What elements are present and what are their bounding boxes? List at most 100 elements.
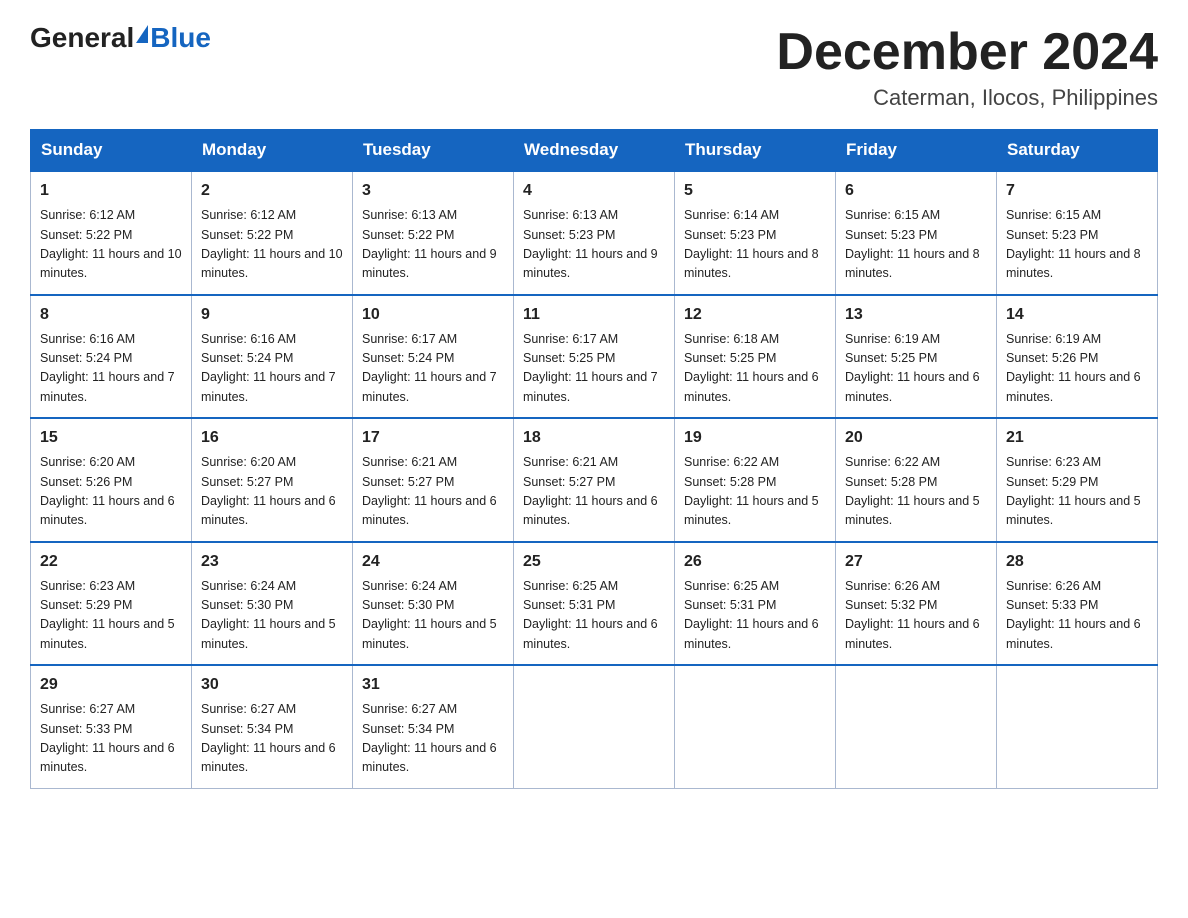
calendar-day-cell: 24 Sunrise: 6:24 AMSunset: 5:30 PMDayligh… bbox=[353, 542, 514, 666]
calendar-day-cell: 18 Sunrise: 6:21 AMSunset: 5:27 PMDayligh… bbox=[514, 418, 675, 542]
day-info: Sunrise: 6:20 AMSunset: 5:27 PMDaylight:… bbox=[201, 453, 343, 531]
day-info: Sunrise: 6:16 AMSunset: 5:24 PMDaylight:… bbox=[201, 330, 343, 408]
day-info: Sunrise: 6:23 AMSunset: 5:29 PMDaylight:… bbox=[40, 577, 182, 655]
day-info: Sunrise: 6:17 AMSunset: 5:25 PMDaylight:… bbox=[523, 330, 665, 408]
day-info: Sunrise: 6:25 AMSunset: 5:31 PMDaylight:… bbox=[684, 577, 826, 655]
calendar-day-cell: 5Sunrise: 6:14 AMSunset: 5:23 PMDaylight… bbox=[675, 171, 836, 295]
day-number: 23 bbox=[201, 550, 343, 574]
day-number: 8 bbox=[40, 303, 182, 327]
day-info: Sunrise: 6:26 AMSunset: 5:32 PMDaylight:… bbox=[845, 577, 987, 655]
day-number: 25 bbox=[523, 550, 665, 574]
day-info: Sunrise: 6:16 AMSunset: 5:24 PMDaylight:… bbox=[40, 330, 182, 408]
calendar-day-cell: 1 Sunrise: 6:12 AMSunset: 5:22 PMDaylight… bbox=[31, 171, 192, 295]
day-number: 6 bbox=[845, 179, 987, 203]
calendar-week-row: 15 Sunrise: 6:20 AMSunset: 5:26 PMDayligh… bbox=[31, 418, 1158, 542]
calendar-day-cell: 26Sunrise: 6:25 AMSunset: 5:31 PMDayligh… bbox=[675, 542, 836, 666]
day-number: 17 bbox=[362, 426, 504, 450]
day-info: Sunrise: 6:21 AMSunset: 5:27 PMDaylight:… bbox=[523, 453, 665, 531]
day-number: 2 bbox=[201, 179, 343, 203]
calendar-day-cell: 25Sunrise: 6:25 AMSunset: 5:31 PMDayligh… bbox=[514, 542, 675, 666]
logo: General Blue bbox=[30, 24, 211, 52]
calendar-day-cell bbox=[675, 665, 836, 788]
calendar-header-friday: Friday bbox=[836, 130, 997, 172]
day-info: Sunrise: 6:15 AMSunset: 5:23 PMDaylight:… bbox=[1006, 206, 1148, 284]
day-number: 13 bbox=[845, 303, 987, 327]
day-info: Sunrise: 6:27 AMSunset: 5:34 PMDaylight:… bbox=[362, 700, 504, 778]
day-info: Sunrise: 6:27 AMSunset: 5:34 PMDaylight:… bbox=[201, 700, 343, 778]
calendar-day-cell: 3 Sunrise: 6:13 AMSunset: 5:22 PMDaylight… bbox=[353, 171, 514, 295]
calendar-day-cell: 9 Sunrise: 6:16 AMSunset: 5:24 PMDaylight… bbox=[192, 295, 353, 419]
day-number: 12 bbox=[684, 303, 826, 327]
day-number: 14 bbox=[1006, 303, 1148, 327]
logo-general-text: General bbox=[30, 24, 134, 52]
day-info: Sunrise: 6:13 AMSunset: 5:22 PMDaylight:… bbox=[362, 206, 504, 284]
day-number: 1 bbox=[40, 179, 182, 203]
day-info: Sunrise: 6:15 AMSunset: 5:23 PMDaylight:… bbox=[845, 206, 987, 284]
calendar-day-cell: 2Sunrise: 6:12 AMSunset: 5:22 PMDaylight… bbox=[192, 171, 353, 295]
day-info: Sunrise: 6:24 AMSunset: 5:30 PMDaylight:… bbox=[201, 577, 343, 655]
calendar-day-cell: 12Sunrise: 6:18 AMSunset: 5:25 PMDayligh… bbox=[675, 295, 836, 419]
calendar-header-wednesday: Wednesday bbox=[514, 130, 675, 172]
calendar-week-row: 29Sunrise: 6:27 AMSunset: 5:33 PMDayligh… bbox=[31, 665, 1158, 788]
calendar-day-cell: 28Sunrise: 6:26 AMSunset: 5:33 PMDayligh… bbox=[997, 542, 1158, 666]
calendar-header-saturday: Saturday bbox=[997, 130, 1158, 172]
day-number: 7 bbox=[1006, 179, 1148, 203]
day-number: 20 bbox=[845, 426, 987, 450]
calendar-header-tuesday: Tuesday bbox=[353, 130, 514, 172]
calendar-day-cell: 21 Sunrise: 6:23 AMSunset: 5:29 PMDayligh… bbox=[997, 418, 1158, 542]
day-info: Sunrise: 6:12 AMSunset: 5:22 PMDaylight:… bbox=[40, 206, 182, 284]
day-number: 28 bbox=[1006, 550, 1148, 574]
calendar-header-row: SundayMondayTuesdayWednesdayThursdayFrid… bbox=[31, 130, 1158, 172]
calendar-day-cell: 16Sunrise: 6:20 AMSunset: 5:27 PMDayligh… bbox=[192, 418, 353, 542]
calendar-day-cell: 7 Sunrise: 6:15 AMSunset: 5:23 PMDaylight… bbox=[997, 171, 1158, 295]
month-year-title: December 2024 bbox=[776, 24, 1158, 81]
day-number: 19 bbox=[684, 426, 826, 450]
day-number: 18 bbox=[523, 426, 665, 450]
day-number: 5 bbox=[684, 179, 826, 203]
day-number: 21 bbox=[1006, 426, 1148, 450]
calendar-day-cell bbox=[997, 665, 1158, 788]
calendar-day-cell: 13 Sunrise: 6:19 AMSunset: 5:25 PMDayligh… bbox=[836, 295, 997, 419]
calendar-week-row: 8 Sunrise: 6:16 AMSunset: 5:24 PMDaylight… bbox=[31, 295, 1158, 419]
calendar-week-row: 22 Sunrise: 6:23 AMSunset: 5:29 PMDayligh… bbox=[31, 542, 1158, 666]
calendar-week-row: 1 Sunrise: 6:12 AMSunset: 5:22 PMDaylight… bbox=[31, 171, 1158, 295]
calendar-day-cell: 23 Sunrise: 6:24 AMSunset: 5:30 PMDayligh… bbox=[192, 542, 353, 666]
location-subtitle: Caterman, Ilocos, Philippines bbox=[776, 85, 1158, 111]
day-info: Sunrise: 6:23 AMSunset: 5:29 PMDaylight:… bbox=[1006, 453, 1148, 531]
calendar-day-cell: 22 Sunrise: 6:23 AMSunset: 5:29 PMDayligh… bbox=[31, 542, 192, 666]
page-header: General Blue December 2024 Caterman, Ilo… bbox=[30, 24, 1158, 111]
day-info: Sunrise: 6:20 AMSunset: 5:26 PMDaylight:… bbox=[40, 453, 182, 531]
day-number: 15 bbox=[40, 426, 182, 450]
day-number: 9 bbox=[201, 303, 343, 327]
day-number: 3 bbox=[362, 179, 504, 203]
calendar-day-cell bbox=[514, 665, 675, 788]
calendar-day-cell: 14Sunrise: 6:19 AMSunset: 5:26 PMDayligh… bbox=[997, 295, 1158, 419]
logo-blue-text: Blue bbox=[150, 24, 211, 52]
calendar-table: SundayMondayTuesdayWednesdayThursdayFrid… bbox=[30, 129, 1158, 789]
calendar-header-sunday: Sunday bbox=[31, 130, 192, 172]
calendar-day-cell: 10Sunrise: 6:17 AMSunset: 5:24 PMDayligh… bbox=[353, 295, 514, 419]
calendar-day-cell: 29Sunrise: 6:27 AMSunset: 5:33 PMDayligh… bbox=[31, 665, 192, 788]
day-info: Sunrise: 6:19 AMSunset: 5:25 PMDaylight:… bbox=[845, 330, 987, 408]
day-info: Sunrise: 6:27 AMSunset: 5:33 PMDaylight:… bbox=[40, 700, 182, 778]
day-info: Sunrise: 6:21 AMSunset: 5:27 PMDaylight:… bbox=[362, 453, 504, 531]
calendar-header-monday: Monday bbox=[192, 130, 353, 172]
day-number: 27 bbox=[845, 550, 987, 574]
day-number: 22 bbox=[40, 550, 182, 574]
calendar-day-cell: 27 Sunrise: 6:26 AMSunset: 5:32 PMDayligh… bbox=[836, 542, 997, 666]
day-number: 31 bbox=[362, 673, 504, 697]
logo-triangle-icon bbox=[136, 25, 148, 43]
calendar-day-cell: 19 Sunrise: 6:22 AMSunset: 5:28 PMDayligh… bbox=[675, 418, 836, 542]
title-area: December 2024 Caterman, Ilocos, Philippi… bbox=[776, 24, 1158, 111]
calendar-day-cell: 6 Sunrise: 6:15 AMSunset: 5:23 PMDaylight… bbox=[836, 171, 997, 295]
calendar-day-cell: 31 Sunrise: 6:27 AMSunset: 5:34 PMDayligh… bbox=[353, 665, 514, 788]
calendar-day-cell: 8 Sunrise: 6:16 AMSunset: 5:24 PMDaylight… bbox=[31, 295, 192, 419]
day-info: Sunrise: 6:24 AMSunset: 5:30 PMDaylight:… bbox=[362, 577, 504, 655]
day-number: 30 bbox=[201, 673, 343, 697]
day-info: Sunrise: 6:17 AMSunset: 5:24 PMDaylight:… bbox=[362, 330, 504, 408]
day-info: Sunrise: 6:13 AMSunset: 5:23 PMDaylight:… bbox=[523, 206, 665, 284]
day-info: Sunrise: 6:22 AMSunset: 5:28 PMDaylight:… bbox=[845, 453, 987, 531]
day-number: 24 bbox=[362, 550, 504, 574]
day-info: Sunrise: 6:22 AMSunset: 5:28 PMDaylight:… bbox=[684, 453, 826, 531]
calendar-day-cell: 20 Sunrise: 6:22 AMSunset: 5:28 PMDayligh… bbox=[836, 418, 997, 542]
